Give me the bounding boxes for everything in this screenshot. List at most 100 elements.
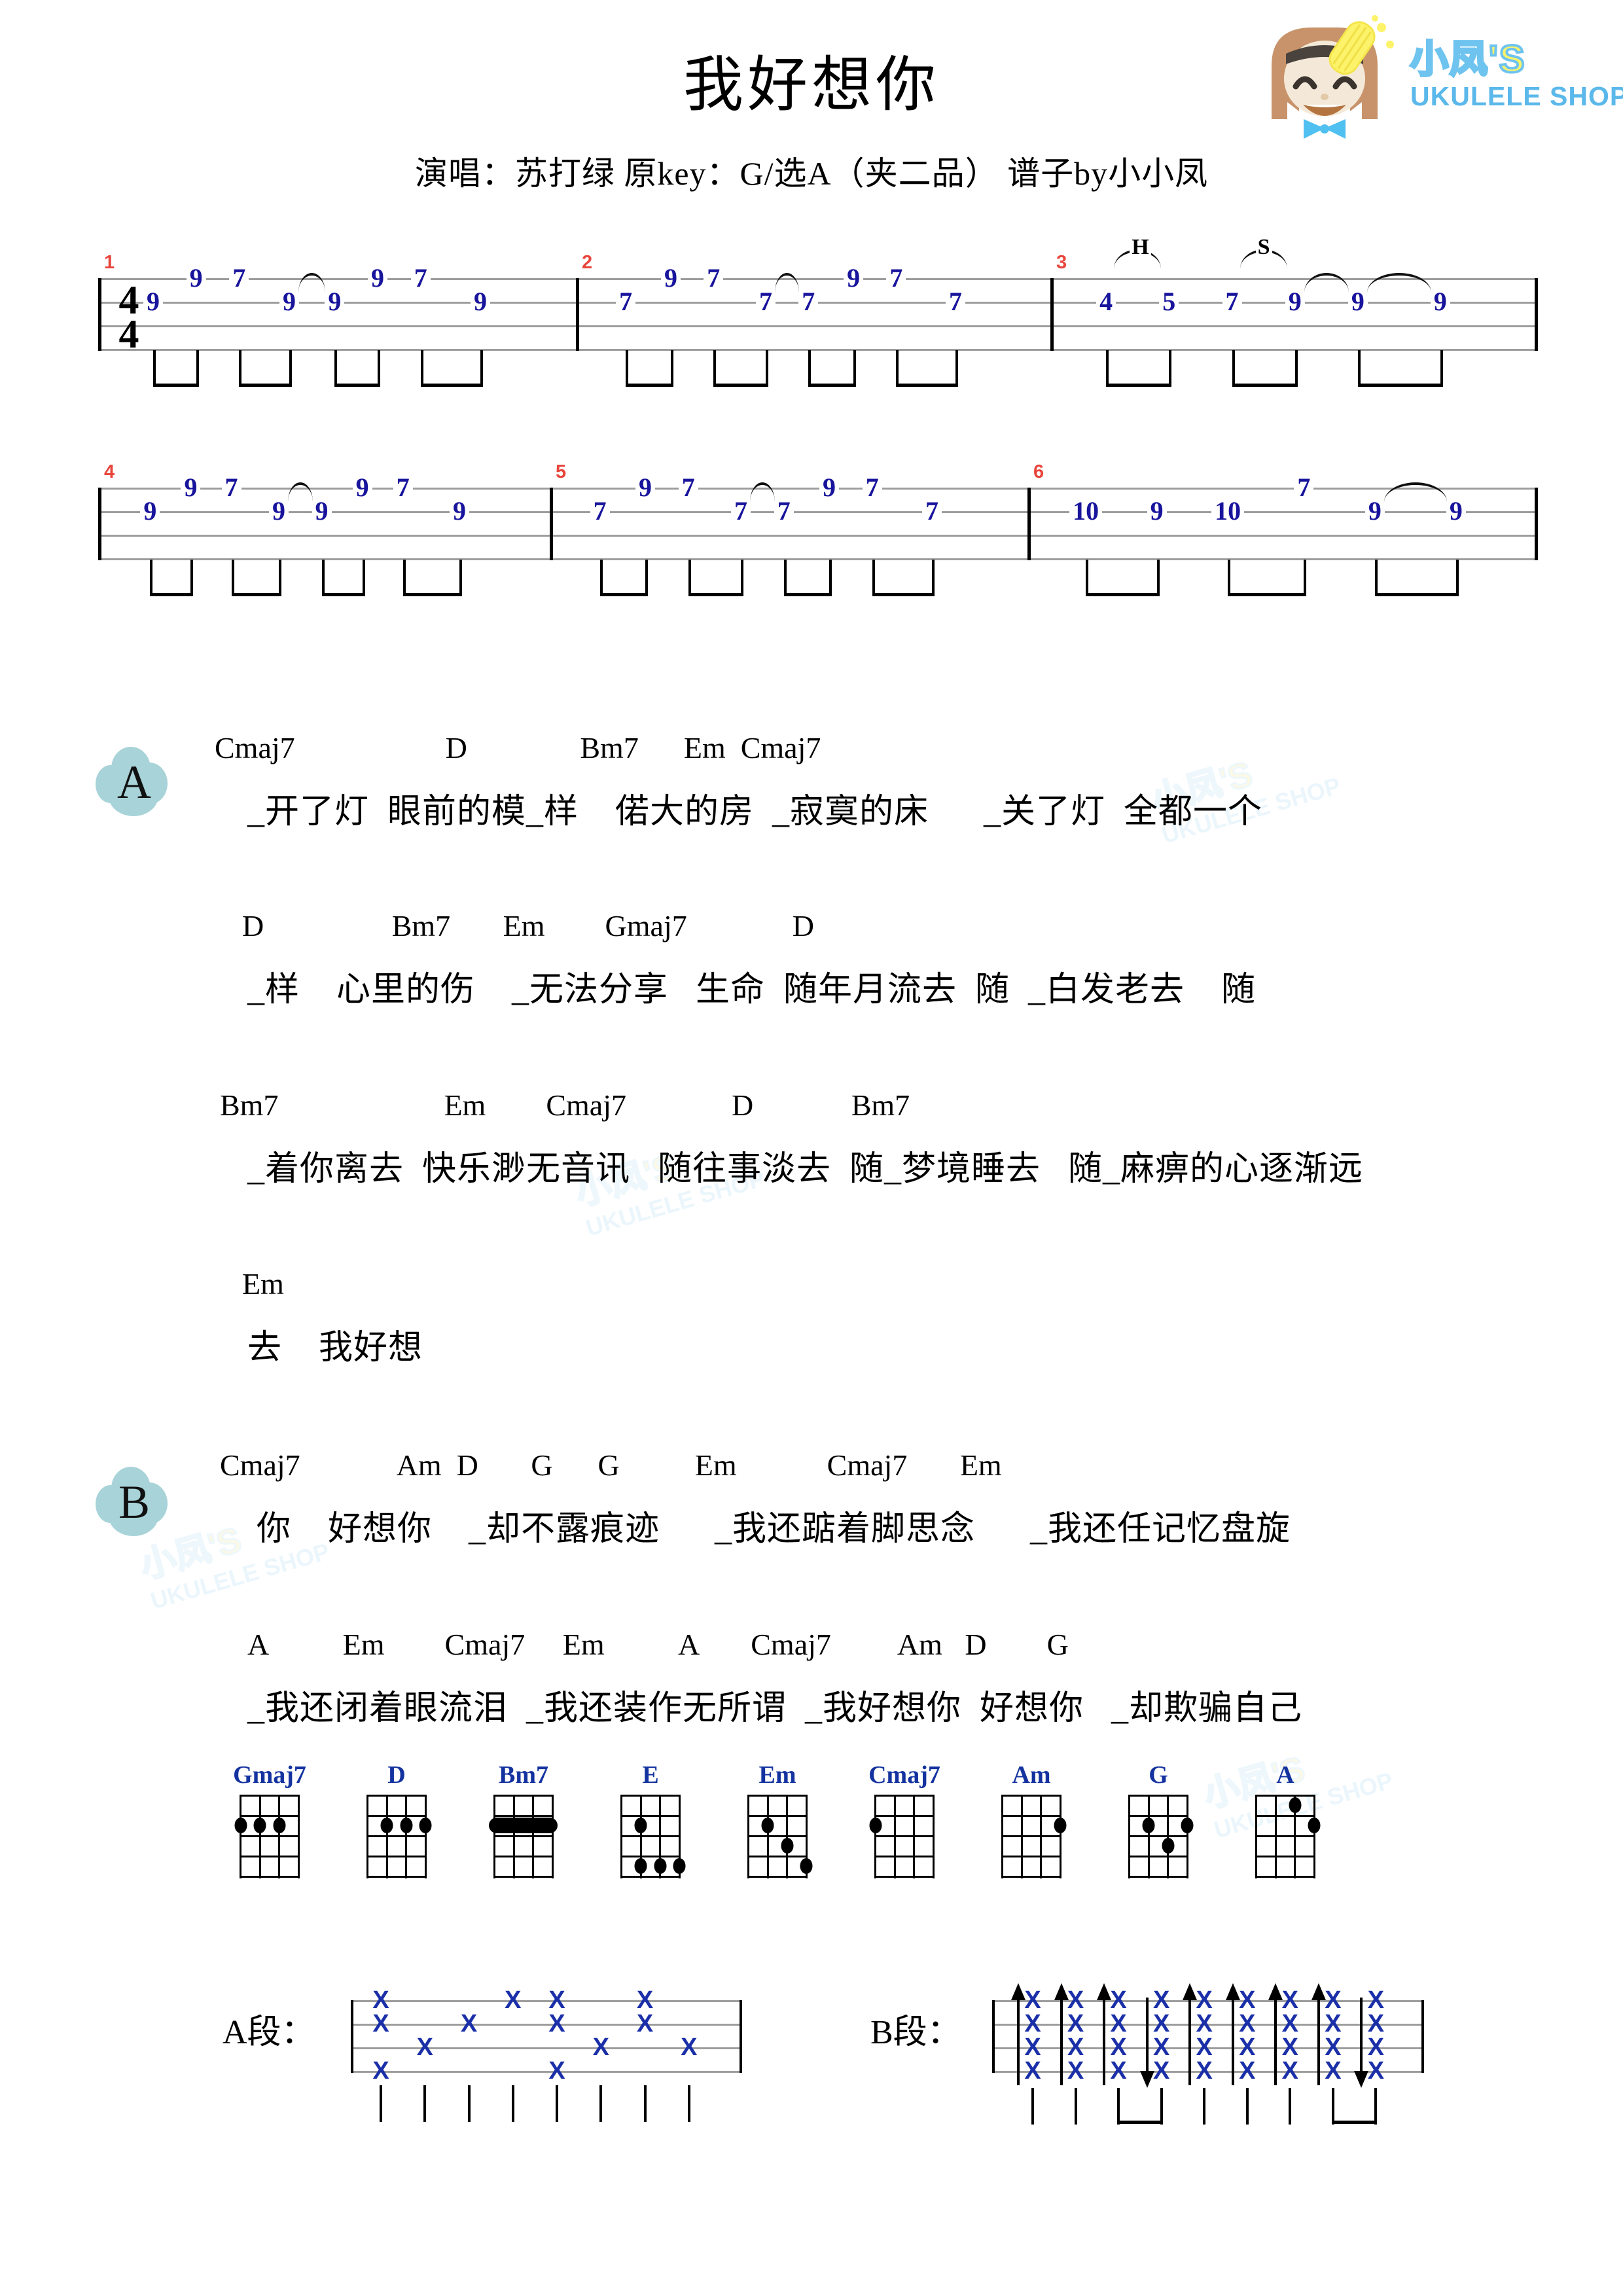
tab-note: 7	[1294, 475, 1314, 501]
fretboard-fret	[1001, 1876, 1061, 1878]
strum-barline	[351, 2000, 353, 2073]
fretboard-fret	[366, 1876, 427, 1878]
barline	[1027, 488, 1031, 560]
rhythm-stem	[1374, 560, 1378, 596]
strum-x-mark: X	[1110, 2010, 1127, 2037]
strum-x-mark: X	[1152, 2010, 1170, 2037]
rhythm-stem	[645, 560, 648, 596]
strum-stem	[1289, 2088, 1292, 2125]
measure-number: 4	[104, 461, 115, 482]
fretboard-fret	[240, 1856, 300, 1857]
chord-line: Cmaj7 D Bm7 Em Cmaj7	[215, 731, 821, 764]
arrow-up-icon	[1225, 1983, 1240, 2000]
fretboard-fret	[1255, 1835, 1315, 1837]
slide-icon: S	[1255, 235, 1272, 260]
strum-x-mark: X	[1110, 1986, 1127, 2014]
rhythm-stem	[459, 560, 462, 596]
strum-up-arrow	[1274, 1998, 1277, 2085]
chord-line: Cmaj7 Am D G G Em Cmaj7 Em	[220, 1448, 1002, 1482]
rhythm-stem	[334, 350, 338, 387]
fretboard-fret	[240, 1795, 300, 1797]
tab-note: 7	[886, 265, 906, 291]
rhythm-stem	[480, 350, 483, 387]
strum-stem	[1203, 2088, 1206, 2125]
fretboard-fret	[1255, 1856, 1315, 1857]
strum-x-mark: X	[1325, 2010, 1342, 2037]
tab-note: 7	[393, 475, 413, 501]
rhythm-beam	[626, 384, 673, 387]
rhythm-beam	[231, 593, 281, 596]
tab-note: 7	[590, 498, 610, 524]
measure-number: 5	[556, 461, 567, 482]
tab-note: 9	[844, 265, 864, 291]
rhythm-stem	[152, 350, 156, 387]
fretboard-fret	[1128, 1876, 1188, 1878]
tab-note: 9	[450, 498, 469, 524]
section-badge-b: B	[92, 1463, 177, 1541]
rhythm-beam	[321, 593, 365, 596]
strum-stem	[423, 2085, 427, 2122]
rhythm-stem	[231, 560, 234, 596]
rhythm-stem	[1169, 350, 1172, 387]
tab-system-1: 4 4 1997999792797779773457999HS	[98, 235, 1538, 387]
tab-staff: 4 9 9 7 9 9 9 7 9 5 7 9 7 7 7 9 7 7 6 10 9 10 7 9 9	[98, 461, 1538, 560]
fretboard-fret	[1255, 1815, 1315, 1817]
barline	[550, 488, 553, 560]
tab-note: 9	[279, 289, 299, 315]
chord-diagram: Am	[992, 1761, 1071, 1878]
tie-slur	[288, 482, 313, 502]
chord-finger-dot	[273, 1817, 286, 1833]
fretboard-fret	[620, 1876, 681, 1878]
strum-string-line	[351, 2000, 742, 2002]
chord-line: Bm7 Em Cmaj7 D Bm7	[220, 1088, 910, 1122]
strum-x-mark: X	[1367, 2057, 1385, 2085]
strum-x-mark: X	[1196, 2010, 1213, 2037]
strum-x-mark: X	[372, 2057, 389, 2085]
lyric-line: _开了灯 眼前的模_样 偌大的房 _寂寞的床 _关了灯 全都一个	[247, 793, 1263, 831]
chord-diagram-name: A	[1276, 1761, 1294, 1789]
fretboard-fret	[1128, 1835, 1188, 1837]
rhythm-beam	[150, 593, 194, 596]
chord-diagram-row: Gmaj7 D Bm7 E Em Cmaj7 Am G A	[230, 1761, 1369, 1898]
rhythm-beam	[1374, 593, 1459, 596]
strum-stem	[1160, 2088, 1163, 2125]
strum-barline	[992, 2000, 995, 2073]
strum-x-mark: X	[1024, 2034, 1041, 2061]
tab-note: 9	[312, 498, 332, 524]
tab-note: 9	[471, 289, 490, 315]
rhythm-beam	[1232, 384, 1298, 387]
rhythm-stem	[196, 350, 199, 387]
tab-note: 9	[1347, 289, 1368, 315]
chord-finger-dot	[419, 1817, 432, 1833]
tab-note: 9	[1446, 498, 1466, 524]
strum-stem	[1331, 2088, 1334, 2125]
strum-x-mark: X	[548, 2057, 565, 2085]
tab-note: 7	[922, 498, 942, 524]
strum-x-mark: X	[1239, 2057, 1256, 2085]
rhythm-stem	[741, 560, 743, 596]
rhythm-stem	[1232, 350, 1235, 387]
strum-stem	[687, 2085, 690, 2122]
rhythm-beam	[402, 593, 462, 596]
strum-x-mark: X	[681, 2034, 698, 2061]
chord-diagram: G	[1119, 1761, 1198, 1878]
chord-fretboard	[1128, 1795, 1194, 1878]
tab-note: 9	[181, 475, 201, 501]
tab-note: 10	[1069, 498, 1103, 524]
chord-barre	[489, 1817, 558, 1833]
barline	[1535, 488, 1538, 560]
strum-stem	[1374, 2088, 1378, 2125]
rhythm-stem	[1156, 560, 1160, 596]
strum-x-mark: X	[1239, 2010, 1256, 2037]
chord-diagram: Cmaj7	[865, 1761, 944, 1878]
chord-finger-dot	[781, 1837, 794, 1854]
tab-note: 10	[1211, 498, 1245, 524]
fretboard-fret	[747, 1815, 808, 1817]
tab-note: 9	[1364, 498, 1385, 524]
rhythm-stem	[626, 350, 629, 387]
tab-note: 9	[143, 289, 163, 315]
chord-finger-dot	[634, 1817, 647, 1833]
strum-x-mark: X	[592, 2034, 609, 2061]
tab-note: 9	[140, 498, 160, 524]
lyric-line: _样 心里的伤 _无法分享 生命 随年月流去 随 _白发老去 随	[247, 971, 1257, 1009]
